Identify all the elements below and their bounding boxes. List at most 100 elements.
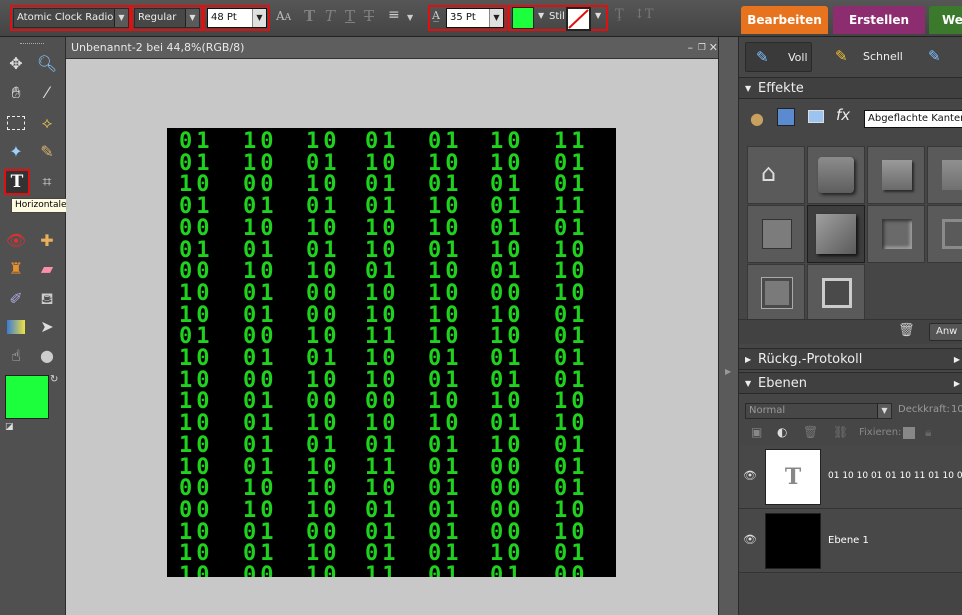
effect-tile[interactable]: ⌂	[747, 146, 805, 204]
adjustment-layer-icon[interactable]: ◐	[777, 425, 787, 439]
opacity-label: Deckkraft:	[898, 404, 950, 415]
gradient-tool-icon[interactable]	[4, 315, 28, 339]
red-eye-tool-icon[interactable]: 👁︎	[4, 229, 28, 253]
lock-transparent-icon[interactable]	[903, 427, 915, 439]
faux-bold-icon[interactable]: T	[304, 7, 315, 25]
new-layer-icon[interactable]: ▣	[751, 425, 762, 439]
blend-mode-dropdown[interactable]: Normal ▼	[745, 403, 892, 419]
visibility-eye-icon[interactable]: 👁︎	[743, 533, 757, 546]
lock-all-icon[interactable]: 🔒︎	[925, 425, 931, 440]
tab-weitergeben[interactable]: Wei	[929, 6, 962, 34]
effect-tile[interactable]	[807, 146, 865, 204]
blend-mode-value: Normal	[749, 405, 786, 416]
crop-tool-icon[interactable]: ⌗	[35, 170, 59, 194]
font-size-field[interactable]: 48 Pt ▼	[207, 8, 267, 28]
healing-brush-tool-icon[interactable]: ✚	[35, 229, 59, 253]
font-style-dropdown[interactable]: Regular ▼	[134, 8, 200, 28]
hand-tool-icon[interactable]: ✋︎	[4, 81, 28, 105]
effects-toolbar: ● fx Abgeflachte Kanten	[739, 100, 962, 142]
history-panel-header[interactable]: ▶ Rückg.-Protokoll ▶	[739, 348, 962, 370]
close-icon[interactable]: ✕	[709, 37, 718, 59]
effects-category-value: Abgeflachte Kanten	[868, 113, 962, 124]
no-style-swatch[interactable]	[566, 7, 591, 31]
smudge-tool-icon[interactable]: ☝︎	[4, 344, 28, 368]
sponge-tool-icon[interactable]: ●	[35, 344, 59, 368]
align-left-icon[interactable]: ≡	[388, 7, 400, 23]
effects-category-dropdown[interactable]: Abgeflachte Kanten	[864, 110, 962, 128]
filters-icon[interactable]: ●	[750, 109, 764, 128]
effect-tile[interactable]	[927, 146, 962, 204]
move-tool-icon[interactable]: ✥	[4, 52, 28, 76]
leading-icon: A̲	[432, 9, 440, 22]
eraser-tool-icon[interactable]: ▰	[35, 257, 59, 281]
clone-stamp-tool-icon[interactable]: ♜	[4, 257, 28, 281]
restore-icon[interactable]: ❐	[698, 37, 706, 59]
faux-italic-icon[interactable]: T	[325, 7, 335, 25]
effects-panel-header[interactable]: ▼ Effekte	[739, 77, 962, 99]
effect-tile[interactable]	[747, 264, 805, 322]
panel-collapse-strip[interactable]: ▶	[718, 37, 739, 615]
lasso-tool-icon[interactable]: ⟡	[35, 111, 59, 135]
zoom-tool-icon[interactable]: 🔍︎	[35, 52, 59, 76]
effect-tile[interactable]	[927, 205, 962, 263]
photo-effects-icon[interactable]	[808, 110, 824, 123]
effect-tile[interactable]	[867, 205, 925, 263]
paint-bucket-tool-icon[interactable]: ⛾	[35, 287, 59, 311]
collapse-arrow-icon[interactable]: ▶	[725, 367, 731, 376]
toolbox-grip[interactable]	[20, 43, 44, 45]
effect-tile[interactable]	[747, 205, 805, 263]
binary-text-column: 10 01 10 01 10 01 10 00 00 10 01 10 00 1…	[306, 129, 341, 577]
leading-field[interactable]: 35 Pt ▼	[446, 8, 504, 28]
chevron-down-icon[interactable]: ▼	[538, 11, 544, 20]
shape-selection-tool-icon[interactable]: ➤	[35, 315, 59, 339]
chevron-down-icon: ▼	[252, 9, 266, 27]
visibility-eye-icon[interactable]: 👁︎	[743, 469, 757, 482]
opacity-value[interactable]: 10	[951, 404, 962, 415]
guided-pencil-icon[interactable]: ✎	[928, 47, 941, 65]
font-family-dropdown[interactable]: Atomic Clock Radio ▼	[13, 8, 129, 28]
font-size-icon[interactable]: AA	[276, 9, 291, 23]
layers-panel-header[interactable]: ▼ Ebenen ▶	[739, 372, 962, 394]
text-color-swatch[interactable]	[512, 7, 534, 29]
marquee-tool-icon[interactable]	[4, 111, 28, 135]
trash-icon[interactable]: 🗑︎	[898, 323, 915, 338]
fast-pencil-icon[interactable]: ✎	[835, 47, 848, 65]
effect-tile[interactable]	[807, 264, 865, 322]
eyedropper-tool-icon[interactable]: ⁄	[35, 81, 59, 105]
minimize-icon[interactable]: –	[688, 37, 694, 59]
font-family-value: Atomic Clock Radio	[17, 12, 114, 23]
panel-menu-icon[interactable]: ▶	[954, 349, 960, 371]
chevron-down-icon[interactable]: ▼	[595, 11, 601, 20]
fx-icon[interactable]: fx	[836, 106, 850, 124]
effect-tile-selected[interactable]	[807, 205, 865, 263]
binary-text-column: 01 10 01 10 10 01 10 10 10 10 01 01 10 1…	[428, 129, 463, 577]
image-canvas[interactable]: 01 01 10 01 00 01 00 10 10 01 10 10 10 1…	[167, 128, 616, 577]
apply-button[interactable]: Anw	[929, 323, 962, 341]
swap-colors-icon[interactable]: ↻	[50, 374, 58, 385]
text-tool-button[interactable]: T	[4, 169, 30, 195]
default-colors-icon[interactable]: ◪	[5, 422, 14, 432]
panel-bin: ✎ Voll ✎ Schnell ✎ ▼ Effekte ● fx Abgefl…	[739, 37, 962, 615]
binary-text-column: 10 10 01 01 01 10 01 00 10 10 01 01 10 0…	[490, 129, 525, 577]
panel-menu-icon[interactable]: ▶	[954, 373, 960, 395]
tab-erstellen[interactable]: Erstellen	[833, 6, 925, 34]
layer-row-fill[interactable]: 👁︎ Ebene 1	[739, 509, 962, 573]
text-orientation-icon[interactable]: ↕T	[634, 7, 654, 22]
delete-layer-icon[interactable]: 🗑︎	[803, 425, 818, 439]
underline-icon[interactable]: T	[345, 7, 355, 25]
quick-selection-tool-icon[interactable]: ✎	[35, 140, 59, 164]
tab-bearbeiten[interactable]: Bearbeiten	[741, 6, 828, 34]
link-layers-icon[interactable]: ⛓︎	[833, 425, 848, 439]
magic-wand-tool-icon[interactable]: ✦	[4, 140, 28, 164]
quality-fast-label[interactable]: Schnell	[863, 50, 903, 63]
quality-full-button[interactable]: ✎ Voll	[745, 42, 812, 72]
strikethrough-icon[interactable]: T	[364, 7, 374, 25]
effects-grid: ⌂	[745, 144, 962, 322]
align-chevron-icon[interactable]: ▼	[407, 13, 413, 22]
foreground-color-swatch[interactable]	[5, 375, 49, 419]
brush-tool-icon[interactable]: ✐	[4, 287, 28, 311]
warp-text-icon[interactable]: Ţ	[615, 7, 624, 22]
layer-row-text[interactable]: 👁︎ T 01 10 10 01 01 10 11 01 10 01 10	[739, 445, 962, 509]
effect-tile[interactable]	[867, 146, 925, 204]
layer-styles-icon[interactable]	[777, 108, 795, 126]
